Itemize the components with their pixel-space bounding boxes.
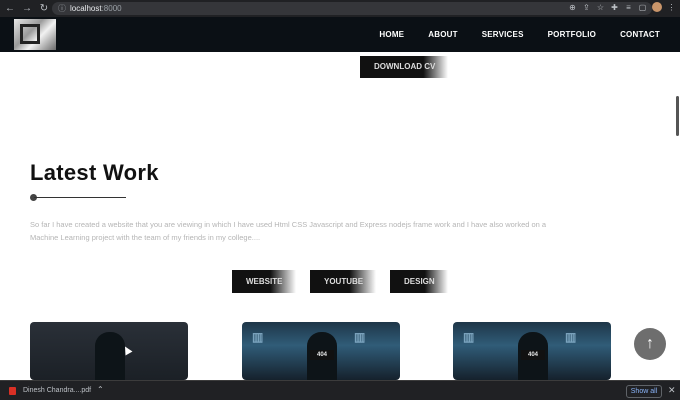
bookmark-star-icon[interactable]: ☆ [596, 3, 605, 12]
portfolio-card-1[interactable] [30, 322, 188, 380]
nav-contact[interactable]: CONTACT [620, 30, 660, 39]
logo-mark [20, 24, 40, 44]
main-nav: HOME ABOUT SERVICES PORTFOLIO CONTACT [379, 17, 660, 52]
close-icon[interactable]: ✕ [668, 385, 676, 396]
card-badge: 404 [310, 350, 334, 360]
pdf-file-icon [9, 387, 16, 395]
nav-home[interactable]: HOME [379, 30, 404, 39]
show-all-button[interactable]: Show all [626, 385, 662, 398]
nav-portfolio[interactable]: PORTFOLIO [548, 30, 596, 39]
section-title: Latest Work [30, 160, 159, 185]
site-header: HOME ABOUT SERVICES PORTFOLIO CONTACT [0, 17, 680, 52]
download-shelf: Dinesh Chandra....pdf ⌃ Show all ✕ [0, 380, 680, 400]
url-port: :8000 [101, 4, 122, 13]
card-badge: 404 [521, 350, 545, 360]
neon-sign-decoration: ▥ [252, 330, 264, 344]
profile-avatar[interactable] [652, 2, 662, 12]
nav-services[interactable]: SERVICES [482, 30, 524, 39]
reading-list-icon[interactable]: ≡ [624, 3, 633, 12]
reload-icon[interactable]: ↻ [37, 2, 51, 16]
nav-about[interactable]: ABOUT [428, 30, 457, 39]
side-panel-icon[interactable]: ▢ [638, 3, 647, 12]
section-description: So far I have created a website that you… [30, 220, 547, 242]
site-logo[interactable] [14, 19, 56, 50]
portfolio-filters: WEBSITE YOUTUBE DESIGN [232, 270, 448, 293]
back-arrow-icon[interactable]: ← [3, 2, 17, 16]
neon-sign-decoration: ▥ [354, 330, 366, 344]
address-bar[interactable]: ⓘ localhost :8000 [52, 2, 652, 15]
neon-sign-decoration: ▥ [565, 330, 577, 344]
browser-toolbar: ← → ↻ ⓘ localhost :8000 ⊕ ⇪ ☆ ✚ ≡ ▢ ⋮ [0, 0, 680, 17]
extension-toolbar: ⊕ ⇪ ☆ ✚ ≡ ▢ ⋮ [568, 2, 676, 12]
forward-arrow-icon[interactable]: → [20, 2, 34, 16]
arrow-up-icon: ↑ [646, 335, 654, 352]
chevron-up-icon[interactable]: ⌃ [97, 385, 104, 394]
filter-design-button[interactable]: DESIGN [390, 270, 448, 293]
download-cv-button[interactable]: DOWNLOAD CV [360, 56, 448, 78]
scroll-to-top-button[interactable]: ↑ [634, 328, 666, 360]
card-figure [95, 332, 125, 380]
scrollbar-thumb[interactable] [676, 96, 679, 136]
title-underline [34, 197, 126, 198]
portfolio-card-2[interactable]: ▥ ▥ 404 [242, 322, 400, 380]
share-icon[interactable]: ⇪ [582, 3, 591, 12]
menu-kebab-icon[interactable]: ⋮ [667, 3, 676, 12]
zoom-icon[interactable]: ⊕ [568, 3, 577, 12]
portfolio-card-3[interactable]: ▥ ▥ 404 [453, 322, 611, 380]
neon-sign-decoration: ▥ [463, 330, 475, 344]
filter-youtube-button[interactable]: YOUTUBE [310, 270, 376, 293]
download-file-name[interactable]: Dinesh Chandra....pdf [23, 387, 91, 394]
url-host: localhost [70, 4, 102, 13]
filter-website-button[interactable]: WEBSITE [232, 270, 296, 293]
extensions-puzzle-icon[interactable]: ✚ [610, 3, 619, 12]
site-info-icon[interactable]: ⓘ [58, 3, 66, 14]
